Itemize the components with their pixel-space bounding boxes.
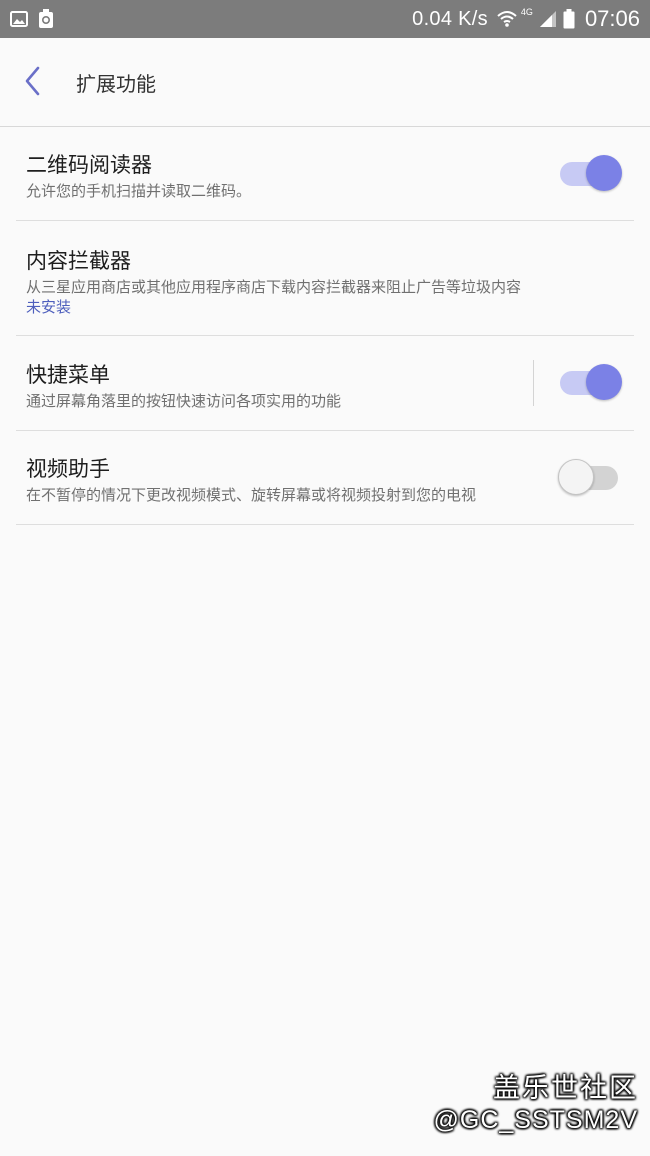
status-bar: 0.04 K/s 4G 07:06 bbox=[0, 0, 650, 38]
system-status: 0.04 K/s 4G 07:06 bbox=[412, 0, 640, 38]
setting-row-content-blocker[interactable]: 内容拦截器 从三星应用商店或其他应用程序商店下载内容拦截器来阻止广告等垃圾内容 … bbox=[16, 221, 634, 335]
setting-subtitle: 通过屏幕角落里的按钮快速访问各项实用的功能 bbox=[26, 392, 342, 410]
setting-subtitle: 在不暂停的情况下更改视频模式、旋转屏幕或将视频投射到您的电视 bbox=[26, 486, 477, 504]
network-type: 4G bbox=[520, 7, 533, 17]
page-title: 扩展功能 bbox=[76, 72, 156, 96]
toggle-thumb bbox=[558, 459, 594, 495]
watermark-community: 盖乐世社区 bbox=[493, 1073, 638, 1104]
toggle-thumb bbox=[586, 155, 622, 191]
setting-title: 视频助手 bbox=[26, 457, 110, 481]
notification-icons bbox=[10, 9, 54, 29]
setting-title: 二维码阅读器 bbox=[26, 153, 152, 177]
recycle-icon bbox=[39, 9, 53, 28]
setting-row-video-assistant[interactable]: 视频助手 在不暂停的情况下更改视频模式、旋转屏幕或将视频投射到您的电视 bbox=[16, 431, 634, 524]
image-icon bbox=[10, 11, 28, 27]
quick-menu-toggle[interactable] bbox=[558, 363, 622, 403]
battery-icon bbox=[563, 9, 575, 29]
setting-subtitle: 从三星应用商店或其他应用程序商店下载内容拦截器来阻止广告等垃圾内容 bbox=[26, 278, 522, 296]
signal-icon bbox=[539, 11, 556, 27]
back-button[interactable] bbox=[20, 64, 46, 98]
back-arrow-icon bbox=[25, 66, 40, 96]
setting-row-qr-reader[interactable]: 二维码阅读器 允许您的手机扫描并读取二维码。 bbox=[16, 127, 634, 220]
app-bar: 扩展功能 bbox=[0, 38, 650, 126]
clock: 07:06 bbox=[584, 6, 640, 31]
wifi-icon bbox=[497, 11, 517, 27]
network-speed: 0.04 K/s bbox=[412, 7, 488, 30]
setting-subtitle: 允许您的手机扫描并读取二维码。 bbox=[26, 182, 252, 200]
video-assistant-toggle[interactable] bbox=[558, 458, 622, 498]
install-status: 未安装 bbox=[26, 298, 72, 316]
qr-reader-toggle[interactable] bbox=[558, 154, 622, 194]
divider bbox=[16, 524, 634, 525]
toggle-thumb bbox=[586, 364, 622, 400]
setting-title: 快捷菜单 bbox=[26, 363, 110, 387]
setting-title: 内容拦截器 bbox=[26, 249, 131, 273]
watermark-handle: @GC_SSTSM2V bbox=[433, 1106, 638, 1134]
vertical-separator bbox=[533, 360, 534, 406]
setting-row-quick-menu[interactable]: 快捷菜单 通过屏幕角落里的按钮快速访问各项实用的功能 bbox=[16, 336, 634, 430]
